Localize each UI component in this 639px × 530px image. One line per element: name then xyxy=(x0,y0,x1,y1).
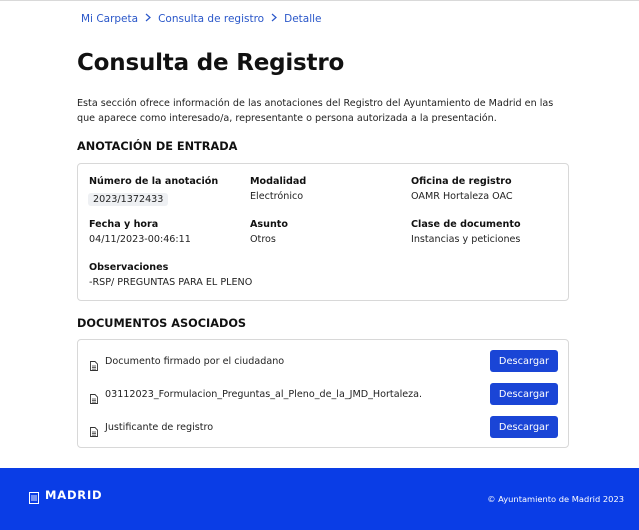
madrid-logo[interactable]: MADRID xyxy=(29,488,103,504)
field-asunto-label: Asunto xyxy=(250,219,288,230)
breadcrumb-mi-carpeta[interactable]: Mi Carpeta xyxy=(81,13,138,25)
section-title-entrada: ANOTACIÓN DE ENTRADA xyxy=(77,140,238,153)
top-divider xyxy=(0,0,639,1)
field-oficina-label: Oficina de registro xyxy=(411,176,512,187)
field-clase: Clase de documento Instancias y peticion… xyxy=(411,219,521,245)
field-asunto-value: Otros xyxy=(250,234,276,245)
field-clase-label: Clase de documento xyxy=(411,219,521,230)
field-modalidad-value: Electrónico xyxy=(250,191,304,202)
document-name: 03112023_Formulacion_Preguntas_al_Pleno_… xyxy=(105,388,423,400)
footer: MADRID © Ayuntamiento de Madrid 2023 xyxy=(0,468,639,530)
document-row: 03112023_Formulacion_Preguntas_al_Pleno_… xyxy=(90,383,558,405)
document-icon xyxy=(90,356,98,371)
field-oficina-value: OAMR Hortaleza OAC xyxy=(411,191,513,202)
field-numero-value: 2023/1372433 xyxy=(88,193,169,206)
document-row: Justificante de registro Descargar xyxy=(90,416,558,438)
field-numero-label: Número de la anotación xyxy=(89,176,219,187)
intro-text: Esta sección ofrece información de las a… xyxy=(77,98,554,124)
field-observaciones-label: Observaciones xyxy=(89,262,169,273)
field-fecha-label: Fecha y hora xyxy=(89,219,159,230)
page-title: Consulta de Registro xyxy=(77,50,345,76)
breadcrumb: Mi Carpeta Consulta de registro Detalle xyxy=(81,13,322,25)
madrid-logo-icon xyxy=(29,489,39,504)
document-name: Justificante de registro xyxy=(105,421,214,433)
field-observaciones-value: -RSP/ PREGUNTAS PARA EL PLENO xyxy=(89,277,253,288)
document-icon xyxy=(90,422,98,437)
document-icon xyxy=(90,389,98,404)
field-asunto: Asunto Otros xyxy=(250,219,288,245)
document-row: Documento firmado por el ciudadano Desca… xyxy=(90,350,558,372)
breadcrumb-consulta-registro[interactable]: Consulta de registro xyxy=(158,13,264,25)
logo-text: MADRID xyxy=(45,488,103,502)
descargar-button[interactable]: Descargar xyxy=(490,416,558,438)
breadcrumb-detalle[interactable]: Detalle xyxy=(284,13,321,25)
field-oficina: Oficina de registro OAMR Hortaleza OAC xyxy=(411,176,513,202)
chevron-right-icon xyxy=(145,13,151,25)
footer-copyright: © Ayuntamiento de Madrid 2023 xyxy=(487,494,624,504)
descargar-button[interactable]: Descargar xyxy=(490,350,558,372)
descargar-button[interactable]: Descargar xyxy=(490,383,558,405)
document-name: Documento firmado por el ciudadano xyxy=(105,355,285,367)
section-title-documentos: DOCUMENTOS ASOCIADOS xyxy=(77,317,247,330)
field-clase-value: Instancias y peticiones xyxy=(411,234,521,245)
entrada-card: Número de la anotación 2023/1372433 Moda… xyxy=(77,163,569,301)
field-modalidad-label: Modalidad xyxy=(250,176,307,187)
field-modalidad: Modalidad Electrónico xyxy=(250,176,306,202)
field-fecha-value: 04/11/2023-00:46:11 xyxy=(89,234,191,245)
field-numero: Número de la anotación 2023/1372433 xyxy=(88,176,219,206)
documentos-card: Documento firmado por el ciudadano Desca… xyxy=(77,339,569,448)
field-observaciones: Observaciones -RSP/ PREGUNTAS PARA EL PL… xyxy=(89,262,252,288)
chevron-right-icon xyxy=(271,13,278,25)
field-fecha: Fecha y hora 04/11/2023-00:46:11 xyxy=(89,219,191,245)
